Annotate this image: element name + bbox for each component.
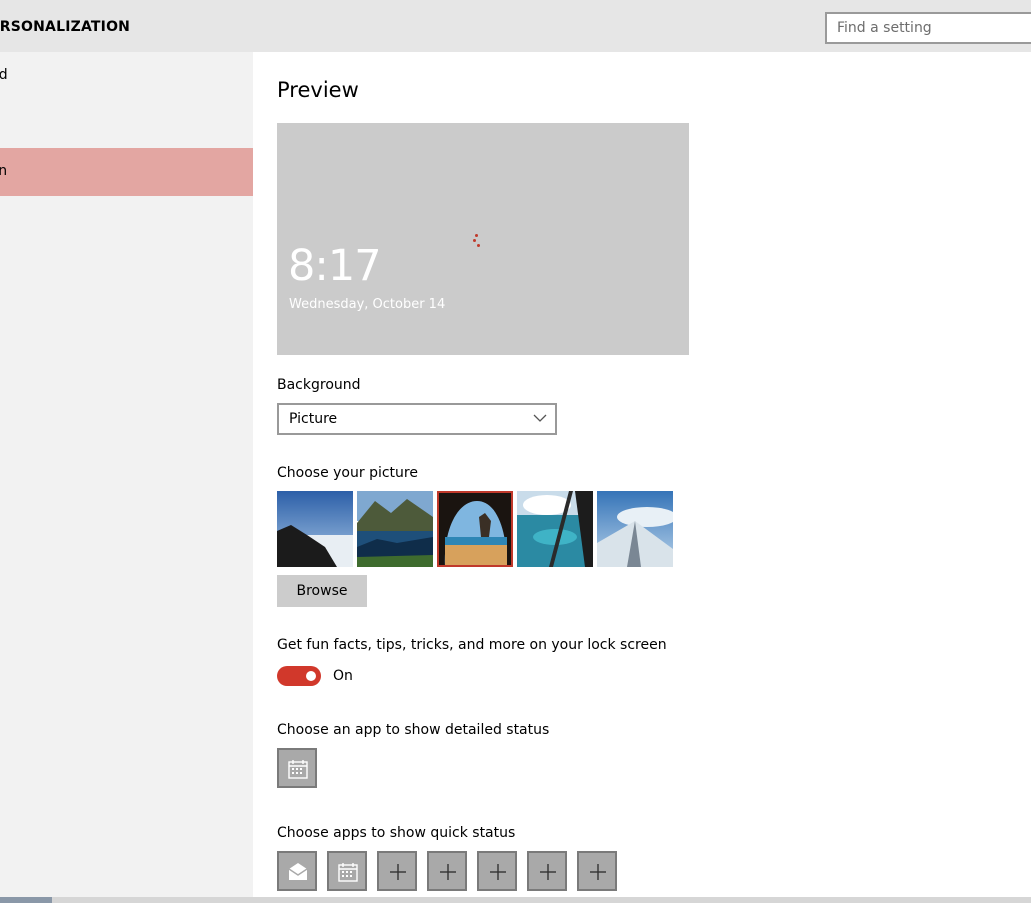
search-input[interactable] [827, 14, 1031, 42]
quick-status-add-button[interactable] [477, 851, 517, 891]
plus-icon [590, 864, 606, 880]
sidebar-item-label: und [0, 67, 8, 83]
plus-icon [440, 864, 456, 880]
browse-button[interactable]: Browse [277, 575, 367, 607]
sidebar: und een [0, 52, 253, 903]
picture-thumbnail-selected[interactable] [437, 491, 513, 567]
calendar-icon [338, 863, 358, 882]
sidebar-item-label: een [0, 163, 8, 179]
page-title: ERSONALIZATION [0, 19, 131, 35]
background-label: Background [277, 377, 361, 393]
picture-thumbnail[interactable] [517, 491, 593, 567]
picture-thumbnail[interactable] [357, 491, 433, 567]
picture-thumbnail[interactable] [277, 491, 353, 567]
preview-heading: Preview [277, 78, 359, 102]
toggle-knob [306, 671, 316, 681]
quick-status-add-button[interactable] [527, 851, 567, 891]
plus-icon [390, 864, 406, 880]
lake-mountains-image [357, 491, 433, 567]
toggle-state-label: On [333, 668, 353, 684]
background-dropdown-value: Picture [289, 411, 338, 427]
quick-status-app-button-mail[interactable] [277, 851, 317, 891]
sidebar-item-lock-screen[interactable]: een [0, 148, 253, 196]
search-box[interactable] [825, 12, 1031, 44]
chevron-down-icon [533, 414, 547, 422]
quick-status-app-button-calendar[interactable] [327, 851, 367, 891]
quick-status-add-button[interactable] [577, 851, 617, 891]
calendar-icon [288, 760, 308, 779]
fun-facts-label: Get fun facts, tips, tricks, and more on… [277, 637, 667, 653]
snowy-ridge-image [597, 491, 673, 567]
detailed-status-app-button[interactable] [277, 748, 317, 788]
mountain-sky-image [277, 491, 353, 567]
preview-time: 8:17 [288, 241, 382, 291]
aerial-ocean-image [517, 491, 593, 567]
main-content: Preview 8:17 Wednesday, October 14 Backg… [253, 52, 1031, 903]
quick-status-label: Choose apps to show quick status [277, 825, 516, 841]
fun-facts-toggle[interactable] [277, 666, 321, 686]
cave-beach-image [437, 491, 513, 567]
quick-status-add-button[interactable] [427, 851, 467, 891]
sidebar-item-background[interactable]: und [0, 52, 253, 100]
plus-icon [490, 864, 506, 880]
choose-picture-label: Choose your picture [277, 465, 418, 481]
detailed-status-label: Choose an app to show detailed status [277, 722, 550, 738]
picture-thumbnail[interactable] [597, 491, 673, 567]
background-dropdown[interactable]: Picture [277, 403, 557, 435]
quick-status-add-button[interactable] [377, 851, 417, 891]
plus-icon [540, 864, 556, 880]
loading-spinner-icon [473, 234, 481, 248]
title-bar: ERSONALIZATION [0, 0, 1031, 52]
preview-date: Wednesday, October 14 [289, 297, 446, 312]
horizontal-scrollbar[interactable] [0, 897, 1031, 903]
mail-icon [288, 863, 308, 880]
scrollbar-thumb[interactable] [0, 897, 52, 903]
lock-screen-preview: 8:17 Wednesday, October 14 [277, 123, 689, 355]
